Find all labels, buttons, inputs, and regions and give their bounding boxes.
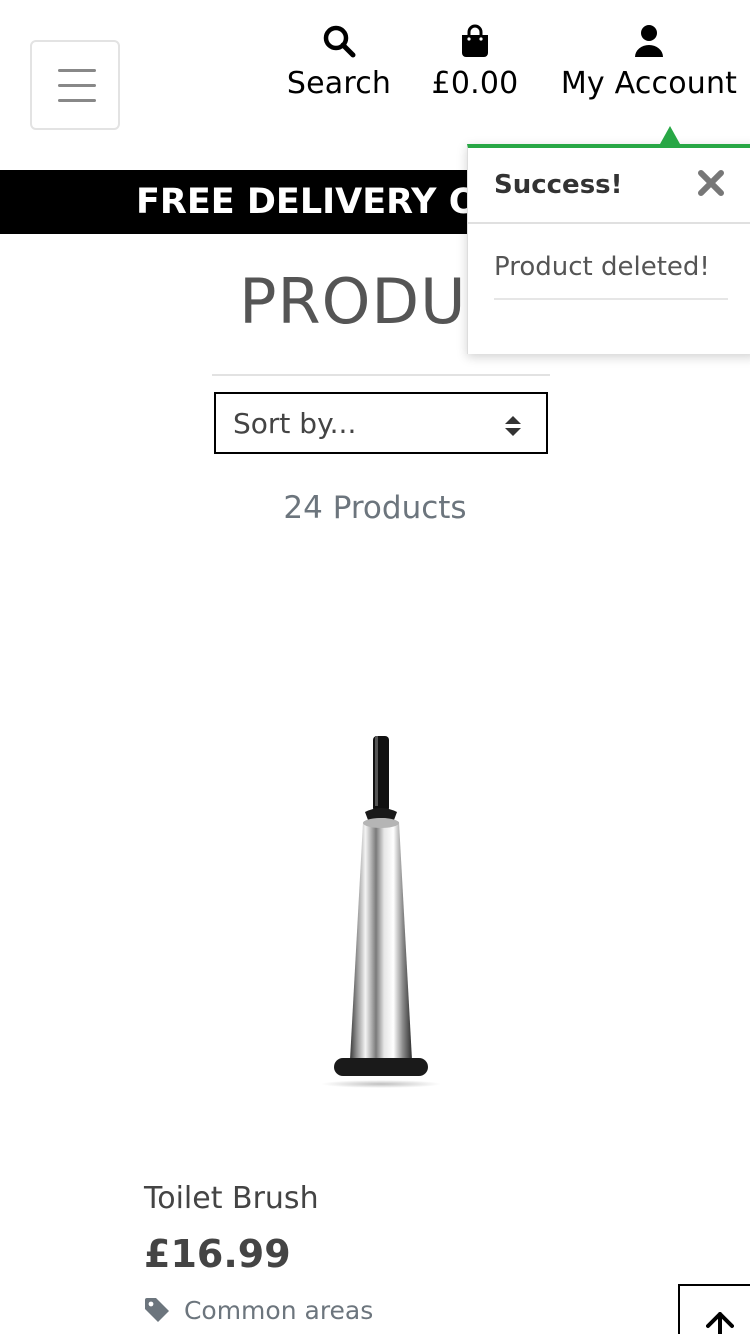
success-toast: Success! Product deleted!: [467, 126, 750, 354]
hamburger-line: [58, 84, 96, 87]
nav-my-account[interactable]: My Account: [553, 24, 745, 101]
nav-bag[interactable]: £0.00: [428, 24, 522, 101]
back-to-top-button[interactable]: [678, 1284, 750, 1334]
toast-divider: [494, 298, 728, 300]
sort-arrows-icon: [505, 416, 521, 436]
close-icon[interactable]: [696, 168, 726, 198]
toilet-brush-image[interactable]: [318, 728, 444, 1088]
toast-message: Product deleted!: [494, 252, 710, 282]
product-price: £16.99: [144, 1232, 291, 1276]
tag-icon: [145, 1298, 169, 1322]
title-divider: [212, 374, 550, 376]
search-icon: [323, 25, 356, 58]
toast-header: Success!: [468, 148, 750, 224]
product-name[interactable]: Toilet Brush: [144, 1181, 319, 1216]
user-icon: [635, 25, 663, 57]
nav-my-account-label: My Account: [560, 66, 738, 101]
sort-select-value: Sort by...: [233, 407, 357, 440]
nav-search[interactable]: Search: [283, 24, 395, 101]
hamburger-line: [58, 99, 96, 102]
toast-title: Success!: [494, 170, 623, 200]
hamburger-line: [58, 69, 96, 72]
shopping-bag-icon: [462, 24, 488, 57]
product-category-link[interactable]: Common areas: [144, 1296, 373, 1325]
menu-toggle-button[interactable]: [30, 40, 120, 130]
delivery-banner-text: FREE DELIVERY OV: [136, 182, 505, 222]
arrow-up-icon: [706, 1312, 734, 1334]
nav-search-label: Search: [286, 66, 392, 101]
toast-caret: [660, 126, 680, 144]
sort-select[interactable]: Sort by...: [214, 392, 548, 454]
product-category-label: Common areas: [183, 1296, 374, 1325]
bag-total: £0.00: [431, 66, 519, 101]
product-count: 24 Products: [283, 490, 467, 526]
